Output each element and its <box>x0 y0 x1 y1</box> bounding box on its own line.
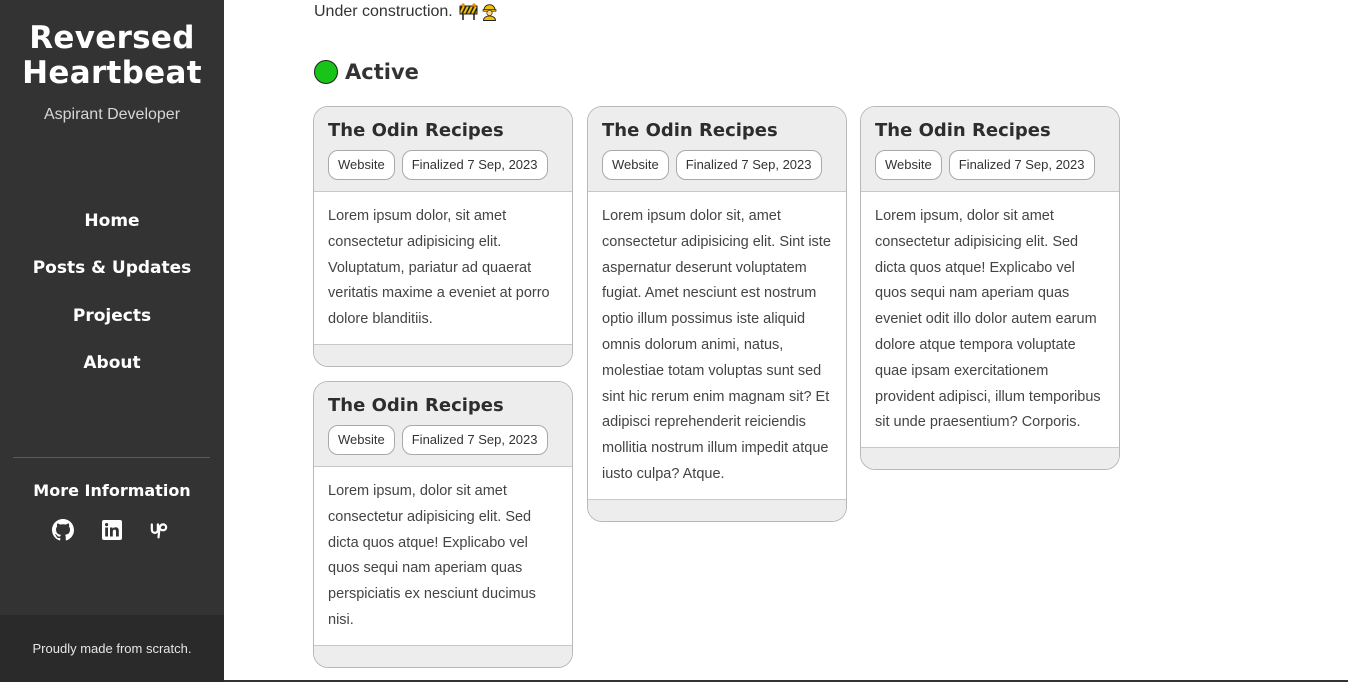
card-title[interactable]: The Odin Recipes <box>328 119 558 143</box>
card-footer <box>314 644 572 667</box>
sidebar-footer: Proudly made from scratch. <box>0 615 224 682</box>
more-information-heading: More Information <box>33 481 191 500</box>
linkedin-icon[interactable] <box>101 519 123 541</box>
sidebar: Reversed Heartbeat Aspirant Developer Ho… <box>0 0 224 682</box>
card-tags: Website Finalized 7 Sep, 2023 <box>602 150 832 180</box>
card-footer <box>314 343 572 366</box>
project-column-1: The Odin Recipes Website Finalized 7 Sep… <box>313 106 573 682</box>
card-description: Lorem ipsum dolor, sit amet consectetur … <box>328 208 550 328</box>
brand-line-2: Heartbeat <box>22 55 202 91</box>
project-card[interactable]: The Odin Recipes Website Finalized 7 Sep… <box>313 106 573 367</box>
card-tags: Website Finalized 7 Sep, 2023 <box>328 150 558 180</box>
card-header: The Odin Recipes Website Finalized 7 Sep… <box>314 381 572 467</box>
main-nav: Home Posts & Updates Projects About <box>0 208 224 397</box>
notice-icons <box>459 2 499 21</box>
project-column-3: The Odin Recipes Website Finalized 7 Sep… <box>860 106 1120 484</box>
card-header: The Odin Recipes Website Finalized 7 Sep… <box>861 107 1119 192</box>
social-links <box>0 519 224 541</box>
upwork-icon[interactable] <box>150 519 172 541</box>
nav-projects[interactable]: Projects <box>0 303 224 350</box>
construction-sign-icon <box>459 3 478 20</box>
tag-date: Finalized 7 Sep, 2023 <box>401 150 548 180</box>
construction-notice: Under construction. <box>314 2 499 21</box>
project-card[interactable]: The Odin Recipes Website Finalized 7 Sep… <box>587 106 847 522</box>
card-title[interactable]: The Odin Recipes <box>328 394 558 418</box>
section-active-heading: Active <box>314 60 419 84</box>
tag-date: Finalized 7 Sep, 2023 <box>675 150 822 180</box>
site-tagline: Aspirant Developer <box>43 106 181 123</box>
card-footer <box>588 498 846 521</box>
construction-worker-icon <box>482 4 497 21</box>
card-header: The Odin Recipes Website Finalized 7 Sep… <box>588 107 846 192</box>
nav-home[interactable]: Home <box>0 208 224 255</box>
card-title[interactable]: The Odin Recipes <box>602 119 832 143</box>
card-title[interactable]: The Odin Recipes <box>875 119 1105 143</box>
tag-date: Finalized 7 Sep, 2023 <box>401 424 548 455</box>
brand-line-1: Reversed <box>29 20 195 56</box>
github-icon[interactable] <box>52 519 74 541</box>
status-dot-icon <box>314 60 338 84</box>
tag-type: Website <box>328 424 395 455</box>
tag-type: Website <box>875 150 942 180</box>
tag-type: Website <box>602 150 669 180</box>
site-brand[interactable]: Reversed Heartbeat <box>0 21 224 91</box>
nav-about[interactable]: About <box>0 350 224 397</box>
project-column-2: The Odin Recipes Website Finalized 7 Sep… <box>587 106 847 536</box>
card-description: Lorem ipsum, dolor sit amet consectetur … <box>328 482 536 628</box>
project-card[interactable]: The Odin Recipes Website Finalized 7 Sep… <box>860 106 1120 471</box>
card-header: The Odin Recipes Website Finalized 7 Sep… <box>314 107 572 192</box>
card-tags: Website Finalized 7 Sep, 2023 <box>875 150 1105 180</box>
card-description: Lorem ipsum, dolor sit amet consectetur … <box>875 208 1101 431</box>
tag-type: Website <box>328 150 395 180</box>
card-tags: Website Finalized 7 Sep, 2023 <box>328 424 558 455</box>
section-title-text: Active <box>345 60 419 84</box>
project-card[interactable]: The Odin Recipes Website Finalized 7 Sep… <box>313 380 573 668</box>
card-footer <box>861 447 1119 470</box>
sidebar-divider <box>13 457 210 458</box>
footer-text: Proudly made from scratch. <box>32 641 192 656</box>
tag-date: Finalized 7 Sep, 2023 <box>948 150 1095 180</box>
notice-text: Under construction. <box>314 2 453 20</box>
nav-posts-updates[interactable]: Posts & Updates <box>0 255 224 302</box>
card-description: Lorem ipsum dolor sit, amet consectetur … <box>602 208 831 482</box>
